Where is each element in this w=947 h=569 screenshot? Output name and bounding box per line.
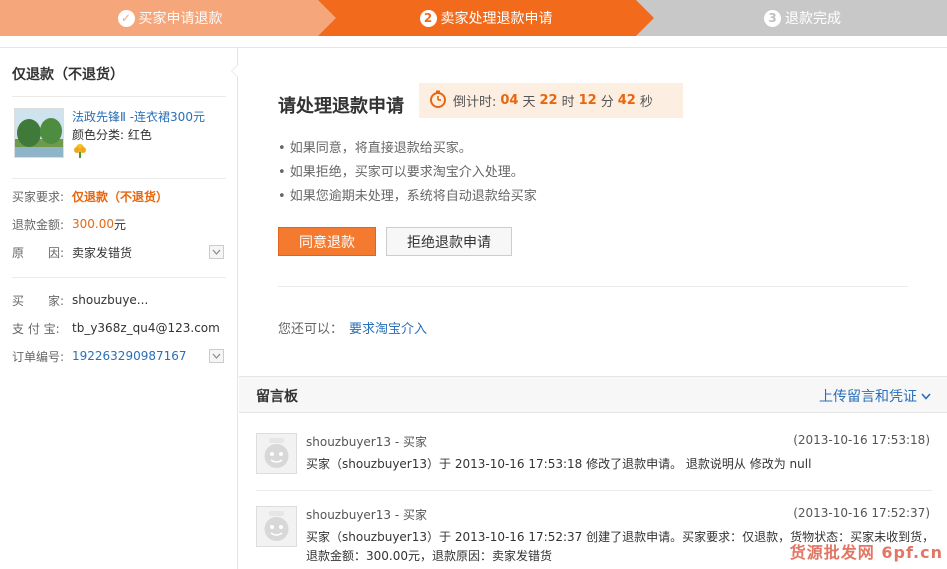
chevron-down-icon — [212, 353, 221, 359]
alipay-key: 支 付 宝: — [12, 321, 60, 336]
buyer-request-key: 买家要求: — [12, 189, 65, 204]
refund-amount-unit: 元 — [114, 217, 127, 232]
divider — [256, 490, 932, 491]
refund-amount-key: 退款金额: — [12, 217, 65, 232]
countdown-days-unit: 天 — [522, 95, 536, 110]
step-1: ✓ 买家申请退款 — [0, 0, 340, 36]
buyer-request-row: 买家要求: 仅退款（不退货） — [12, 186, 226, 206]
countdown-seconds: 42 — [617, 93, 636, 108]
instruction-item: • 如果同意，将直接退款给买家。 — [278, 141, 472, 156]
divider — [12, 96, 226, 97]
step-1-label: 买家申请退款 — [138, 11, 223, 27]
main-panel: 请处理退款申请 倒计时: 04 天 22 时 12 分 42 秒 • 如果同意，… — [239, 48, 947, 569]
product-attribute: 颜色分类: 红色 — [72, 128, 152, 142]
buyer-row: 买 家: shouzbuye... — [12, 290, 226, 310]
check-icon: ✓ — [117, 9, 135, 27]
countdown-label: 倒计时: — [453, 95, 497, 110]
buyer-key: 买 家: — [12, 293, 65, 308]
expand-reason-button[interactable] — [209, 245, 224, 259]
instruction-item: • 如果您逾期未处理，系统将自动退款给买家 — [278, 189, 537, 204]
step-2-label: 卖家处理退款申请 — [440, 11, 553, 27]
upload-message-label: 上传留言和凭证 — [819, 389, 917, 405]
refund-reason-key: 原 因: — [12, 245, 65, 260]
countdown-days: 04 — [500, 93, 519, 108]
product-thumbnail[interactable] — [14, 108, 64, 158]
countdown-minutes: 12 — [578, 93, 597, 108]
step-3-number: 3 — [764, 9, 781, 27]
message-item: shouzbuyer13 - 买家 (2013-10-16 17:53:18) … — [256, 433, 932, 483]
message-author: shouzbuyer13 - 买家 — [306, 508, 427, 522]
avatar — [256, 433, 297, 474]
refund-reason-row: 原 因: 卖家发错货 — [12, 242, 226, 262]
refund-reason-value: 卖家发错货 — [72, 245, 133, 260]
countdown-seconds-unit: 秒 — [639, 95, 653, 110]
refund-amount-row: 退款金额: 300.00 元 — [12, 214, 226, 234]
message-time: (2013-10-16 17:52:37) — [793, 506, 930, 520]
message-time: (2013-10-16 17:53:18) — [793, 433, 930, 447]
order-number-key: 订单编号: — [12, 349, 65, 364]
refund-amount-value: 300.00 — [72, 217, 114, 231]
agree-refund-button[interactable]: 同意退款 — [278, 227, 376, 256]
countdown-minutes-unit: 分 — [600, 95, 614, 110]
chevron-down-icon — [212, 249, 221, 255]
step-3-label: 退款完成 — [785, 11, 841, 27]
site-watermark: 货源批发网 6pf.cn — [789, 543, 943, 562]
order-sidebar: 仅退款（不退货） 法政先锋Ⅱ -连衣裙300元 颜色分类: 红色 买家要求: 仅… — [0, 48, 238, 569]
buyer-value: shouzbuye... — [72, 293, 149, 307]
refund-type-title: 仅退款（不退货） — [12, 67, 124, 83]
refuse-refund-button[interactable]: 拒绝退款申请 — [386, 227, 512, 256]
product-name-link[interactable]: 法政先锋Ⅱ -连衣裙300元 — [72, 108, 205, 125]
instruction-item: • 如果拒绝，买家可以要求淘宝介入处理。 — [278, 165, 524, 180]
divider — [12, 277, 226, 278]
chevron-down-icon — [921, 392, 931, 400]
stopwatch-icon — [429, 90, 447, 112]
countdown-hours: 22 — [539, 93, 558, 108]
message-author: shouzbuyer13 - 买家 — [306, 435, 427, 449]
message-text: 买家（shouzbuyer13）于 2013-10-16 17:53:18 修改… — [306, 457, 812, 471]
progress-steps: ✓ 买家申请退款 3 退款完成 2 卖家处理退款申请 — [0, 0, 947, 36]
request-taobao-intervention-link[interactable]: 要求淘宝介入 — [349, 322, 427, 337]
top-spacer — [0, 36, 947, 48]
avatar — [256, 506, 297, 547]
step-3: 3 退款完成 — [634, 0, 947, 36]
divider — [12, 178, 226, 179]
divider — [278, 286, 908, 287]
upload-message-button[interactable]: 上传留言和凭证 — [819, 386, 931, 406]
flower-icon — [72, 143, 88, 162]
step-2: 2 卖家处理退款申请 — [318, 0, 654, 36]
countdown-hours-unit: 时 — [561, 95, 575, 110]
product-card: 法政先锋Ⅱ -连衣裙300元 颜色分类: 红色 — [12, 106, 226, 166]
buyer-request-value: 仅退款（不退货） — [72, 189, 169, 204]
instructions-list: • 如果同意，将直接退款给买家。 • 如果拒绝，买家可以要求淘宝介入处理。 • … — [278, 137, 537, 209]
message-board-header: 留言板 上传留言和凭证 — [239, 376, 947, 413]
countdown-timer: 倒计时: 04 天 22 时 12 分 42 秒 — [419, 83, 683, 118]
expand-order-button[interactable] — [209, 349, 224, 363]
alternative-actions: 您还可以： 要求淘宝介入 — [278, 318, 427, 337]
alipay-row: 支 付 宝: tb_y368z_qu4@123.com — [12, 318, 226, 338]
page-title: 请处理退款申请 — [278, 96, 404, 117]
message-board-title: 留言板 — [256, 389, 298, 405]
step-2-number: 2 — [419, 9, 437, 27]
alternative-label: 您还可以： — [278, 322, 344, 337]
alipay-value: tb_y368z_qu4@123.com — [72, 321, 220, 335]
order-number-link[interactable]: 192263290987167 — [72, 349, 187, 363]
order-number-row: 订单编号: 192263290987167 — [12, 346, 226, 366]
sidebar-pointer — [231, 64, 238, 78]
